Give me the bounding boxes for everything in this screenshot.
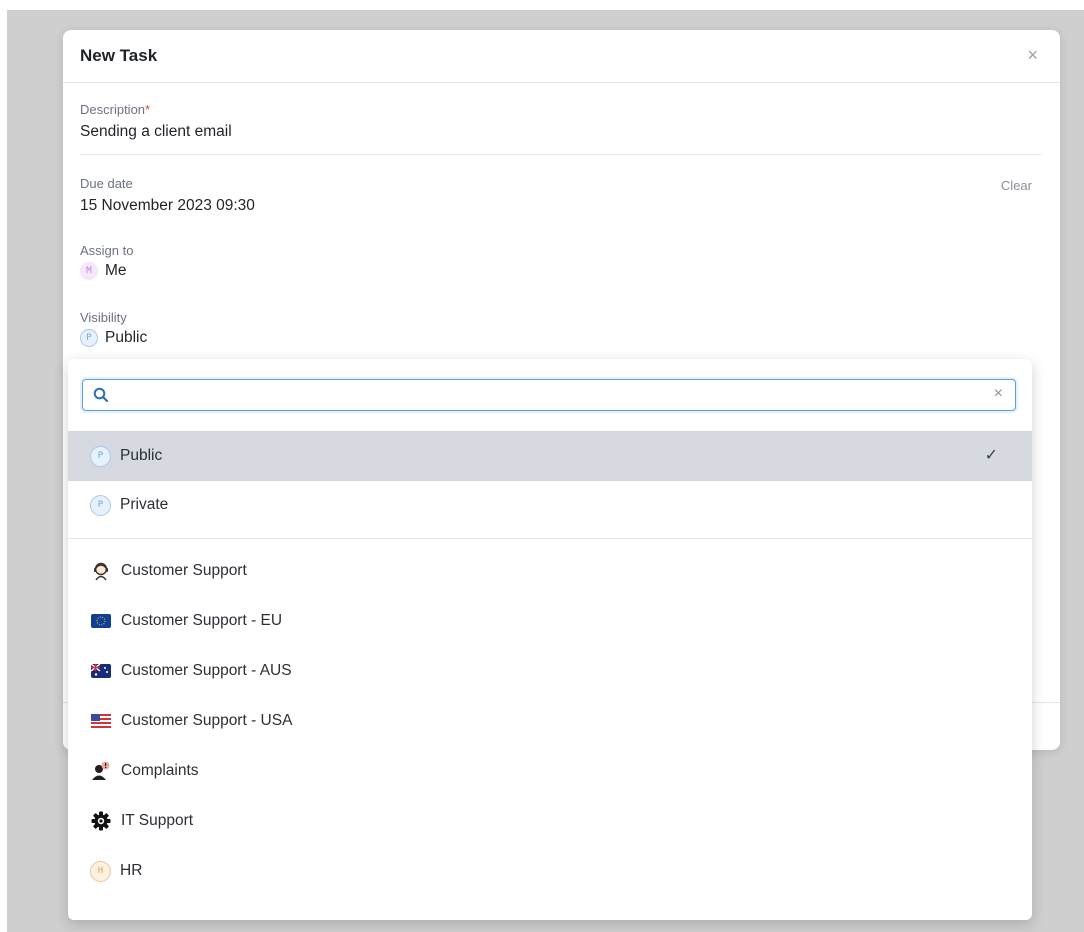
assign-to-label: Assign to	[80, 243, 134, 258]
option-label: Complaints	[121, 762, 199, 779]
option-private[interactable]: P Private	[68, 480, 1032, 530]
option-customer-support-eu[interactable]: Customer Support - EU	[68, 596, 1032, 646]
option-complaints[interactable]: Complaints	[68, 746, 1032, 796]
modal-header: New Task ×	[63, 30, 1060, 83]
option-partially-visible[interactable]	[68, 896, 1032, 920]
dropdown-search[interactable]: ×	[82, 379, 1016, 411]
option-customer-support-usa[interactable]: Customer Support - USA	[68, 696, 1032, 746]
option-it-support[interactable]: IT Support	[68, 796, 1032, 846]
option-label: Customer Support	[121, 562, 247, 579]
usa-flag-icon	[90, 710, 112, 732]
search-input[interactable]	[117, 384, 981, 408]
assign-to-field[interactable]: Assign to M Me	[80, 243, 133, 280]
description-value[interactable]: Sending a client email	[80, 123, 232, 141]
due-date-label: Due date	[80, 176, 133, 191]
eu-flag-icon	[90, 610, 112, 632]
option-label: IT Support	[121, 812, 194, 829]
option-group-divider	[68, 538, 1032, 539]
close-icon[interactable]: ×	[1027, 45, 1038, 66]
option-label: Public	[120, 447, 163, 464]
search-icon	[93, 387, 109, 408]
option-label: Customer Support - AUS	[121, 662, 292, 679]
australia-flag-icon	[90, 660, 112, 682]
option-label: Private	[120, 496, 169, 513]
team-icon	[90, 910, 112, 920]
description-label: Description	[80, 102, 146, 117]
visibility-avatar: P	[80, 329, 98, 347]
due-date-value[interactable]: 15 November 2023 09:30	[80, 197, 255, 215]
modal-title: New Task	[80, 46, 158, 65]
hr-chip-icon: H	[90, 860, 111, 882]
assignee-avatar: M	[80, 262, 98, 280]
option-label: HR	[120, 862, 143, 879]
check-icon: ✓	[984, 447, 998, 464]
option-customer-support-aus[interactable]: Customer Support - AUS	[68, 646, 1032, 696]
gear-icon	[90, 810, 112, 832]
visibility-field[interactable]: Visibility P Public	[80, 310, 147, 347]
option-label: Customer Support - USA	[121, 712, 293, 729]
clear-due-date-button[interactable]: Clear	[1001, 178, 1032, 193]
required-mark: *	[145, 102, 151, 117]
due-date-field[interactable]: Due date 15 November 2023 09:30	[80, 176, 255, 215]
option-label: Customer Support - EU	[121, 612, 283, 629]
visibility-label: Visibility	[80, 310, 127, 325]
clear-search-icon[interactable]: ×	[994, 385, 1003, 403]
visibility-dropdown: × P Public ✓ P Private Customer Support	[68, 359, 1032, 920]
complaints-person-icon	[90, 760, 112, 782]
support-agent-icon	[90, 560, 112, 582]
visibility-value[interactable]: Public	[105, 329, 147, 347]
option-customer-support[interactable]: Customer Support	[68, 546, 1032, 596]
option-hr[interactable]: H HR	[68, 846, 1032, 896]
option-public[interactable]: P Public ✓	[68, 431, 1032, 481]
private-chip-icon: P	[90, 494, 111, 516]
description-field[interactable]: Description* Sending a client email	[80, 102, 232, 141]
assignee-value[interactable]: Me	[105, 262, 127, 280]
public-chip-icon: P	[90, 445, 111, 467]
description-underline	[80, 154, 1042, 155]
